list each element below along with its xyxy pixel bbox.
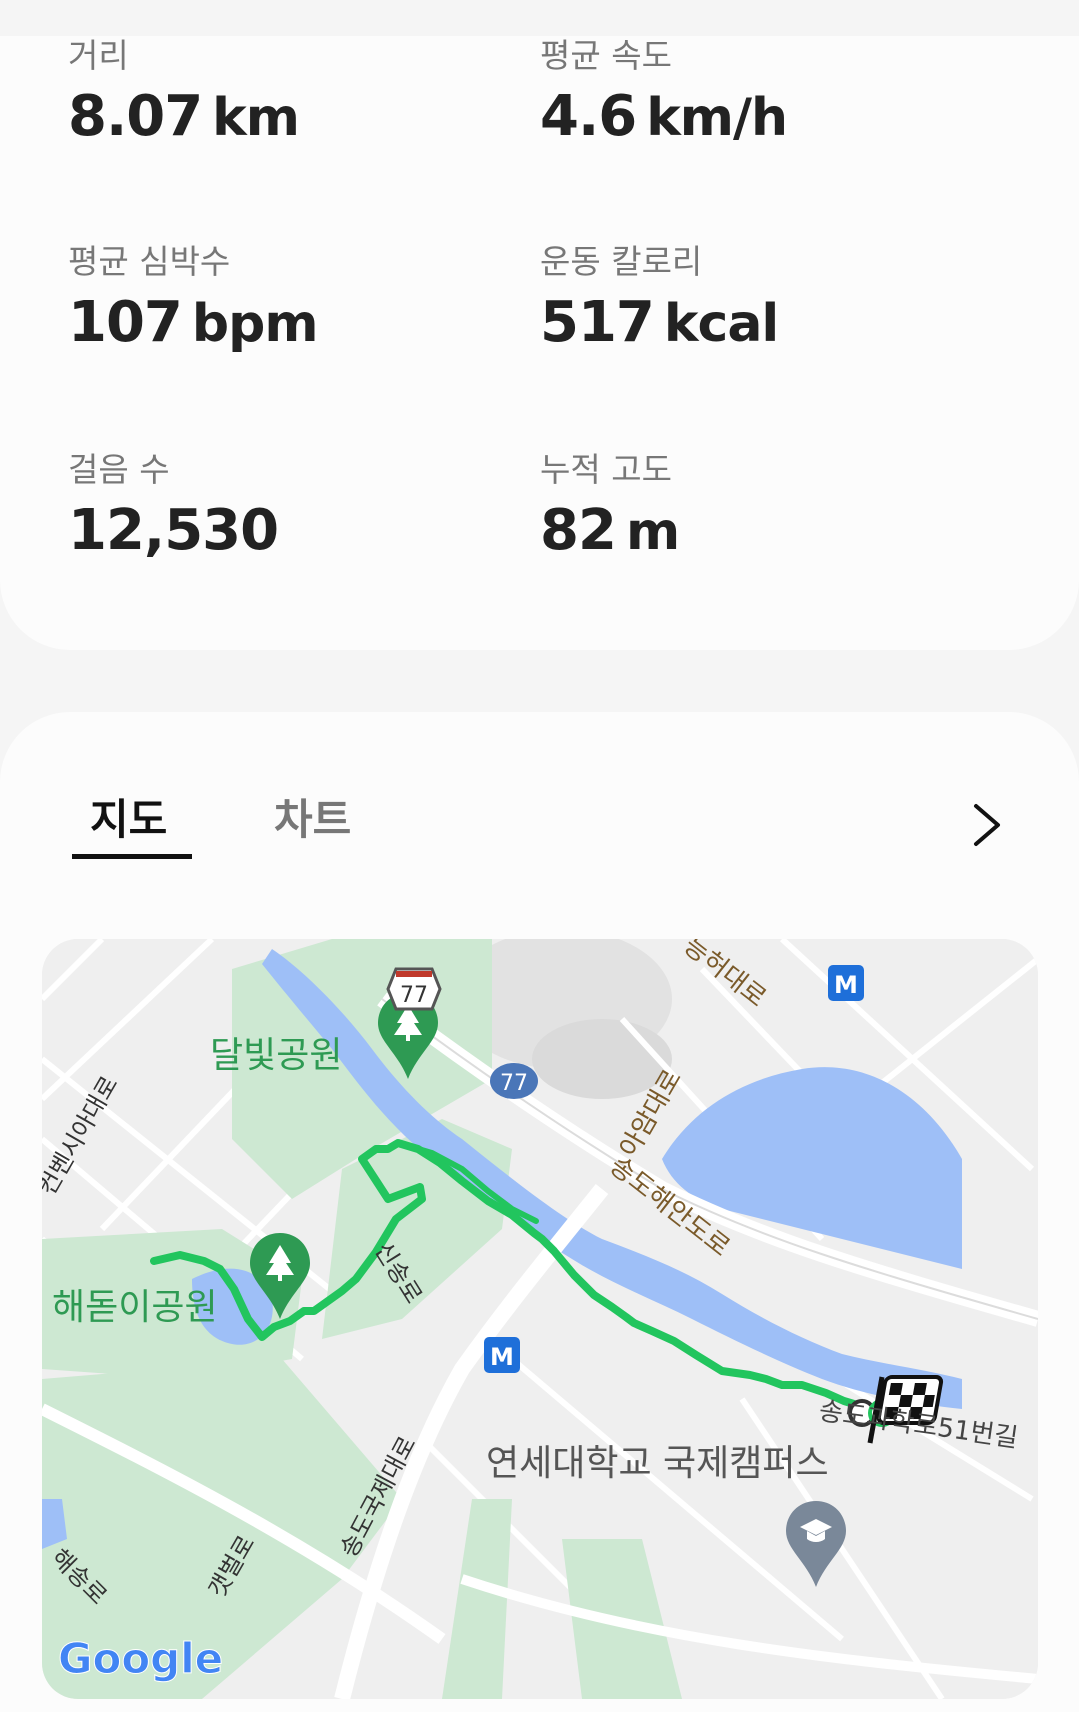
label-moon-park: 달빛공원 xyxy=(210,1035,342,1076)
stat-steps: 걸음 수 12,530 xyxy=(68,450,288,567)
svg-text:M: M xyxy=(490,1343,514,1371)
chevron-right-icon[interactable] xyxy=(968,800,1008,850)
highway-shield: 77 xyxy=(490,1063,538,1099)
highway-shield: 77 xyxy=(386,967,442,1011)
stat-distance-label: 거리 xyxy=(68,36,129,75)
label-yonsei: 연세대학교 국제캠퍼스 xyxy=(486,1443,829,1484)
google-logo: Google xyxy=(58,1634,223,1683)
stat-distance: 거리 8.07 km xyxy=(68,36,300,153)
stat-steps-label: 걸음 수 xyxy=(68,450,170,489)
route-map[interactable]: M M 77 77 달빛공원 해돋이공원 능허대로 아암대로 송도해안도로 컨벤… xyxy=(42,939,1038,1699)
stat-elevation: 누적 고도 82 m xyxy=(540,450,680,567)
stat-avg-speed-value: 4.6 km/h xyxy=(540,84,788,149)
metro-icon: M xyxy=(484,1337,520,1373)
stat-calories-value: 517 kcal xyxy=(540,290,779,355)
stat-elevation-label: 누적 고도 xyxy=(540,450,672,489)
stat-elevation-value: 82 m xyxy=(540,498,680,563)
map-canvas: M M 77 77 달빛공원 해돋이공원 능허대로 아암대로 송도해안도로 컨벤… xyxy=(42,939,1038,1699)
status-strip xyxy=(0,0,1079,36)
active-tab-indicator xyxy=(72,854,192,859)
svg-text:77: 77 xyxy=(400,983,428,1008)
stat-heart-rate-value: 107 bpm xyxy=(68,290,319,355)
svg-text:M: M xyxy=(834,971,858,999)
label-haedoji-park: 해돋이공원 xyxy=(52,1287,218,1328)
stat-calories: 운동 칼로리 517 kcal xyxy=(540,242,779,359)
stat-avg-speed-label: 평균 속도 xyxy=(540,36,672,75)
stat-steps-value: 12,530 xyxy=(68,498,279,563)
tab-map[interactable]: 지도 xyxy=(90,792,167,848)
metro-icon: M xyxy=(828,965,864,1001)
workout-stats-card: 거리 8.07 km 평균 속도 4.6 km/h 평균 심박수 107 bpm 운동… xyxy=(0,36,1079,650)
tab-chart[interactable]: 차트 xyxy=(274,792,351,848)
svg-text:77: 77 xyxy=(500,1071,528,1096)
stat-avg-speed: 평균 속도 4.6 km/h xyxy=(540,36,788,153)
stat-heart-rate-label: 평균 심박수 xyxy=(68,242,231,281)
stat-calories-label: 운동 칼로리 xyxy=(540,242,703,281)
stat-avg-heart-rate: 평균 심박수 107 bpm xyxy=(68,242,319,359)
stat-distance-value: 8.07 km xyxy=(68,84,300,149)
